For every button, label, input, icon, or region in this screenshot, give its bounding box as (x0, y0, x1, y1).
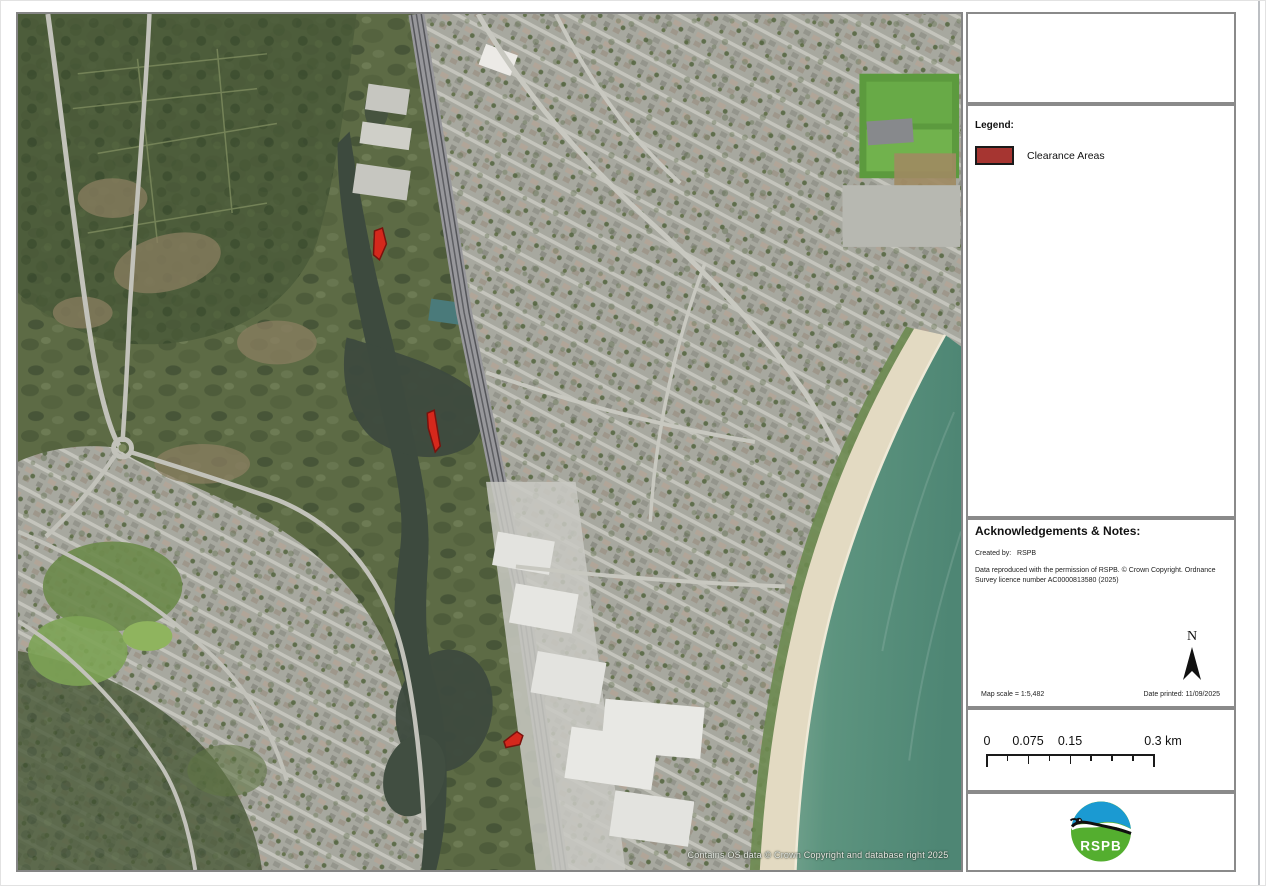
created-by-text: Created by: RSPB (975, 550, 1036, 557)
legend-box: Legend: Clearance Areas (966, 104, 1236, 518)
north-arrow: N (1174, 630, 1210, 682)
layout-panel: Legend: Clearance Areas Acknowledgements… (966, 12, 1236, 872)
rspb-logo-icon: RSPB (1069, 794, 1133, 866)
legend-item-label: Clearance Areas (1027, 150, 1105, 162)
legend-swatch (975, 146, 1014, 165)
map-scale-text: Map scale = 1:5,482 (981, 691, 1044, 698)
rspb-logo: RSPB (1069, 794, 1133, 871)
sports-fields (843, 74, 961, 247)
scalebar: 0 0.075 0.15 0.3 km (985, 734, 1205, 780)
scalebar-label: 0.075 (1012, 734, 1043, 748)
legend-title: Legend: (975, 120, 1014, 131)
page-edge-line (1258, 1, 1260, 886)
acknowledgements-box: Acknowledgements & Notes: Created by: RS… (966, 518, 1236, 708)
rspb-logo-text: RSPB (1080, 839, 1122, 854)
map-canvas: Contains OS data © Crown Copyright and d… (16, 12, 963, 872)
scalebar-label: 0 (984, 734, 991, 748)
acknowledgements-title: Acknowledgements & Notes: (975, 524, 1140, 538)
date-printed-text: Date printed: 11/09/2025 (1143, 691, 1220, 698)
north-label: N (1174, 630, 1210, 644)
logo-box: RSPB (966, 792, 1236, 872)
roundabout (119, 444, 127, 452)
license-note-text: Data reproduced with the permission of R… (975, 566, 1223, 586)
print-layout-page: Contains OS data © Crown Copyright and d… (0, 0, 1266, 886)
north-arrow-icon (1181, 646, 1203, 682)
aerial-imagery-svg (18, 14, 961, 870)
legend-item: Clearance Areas (975, 146, 1105, 165)
scalebar-label: 0.3 km (1144, 734, 1182, 748)
scalebar-box: 0 0.075 0.15 0.3 km (966, 708, 1236, 792)
title-box (966, 12, 1236, 104)
scalebar-label: 0.15 (1058, 734, 1082, 748)
